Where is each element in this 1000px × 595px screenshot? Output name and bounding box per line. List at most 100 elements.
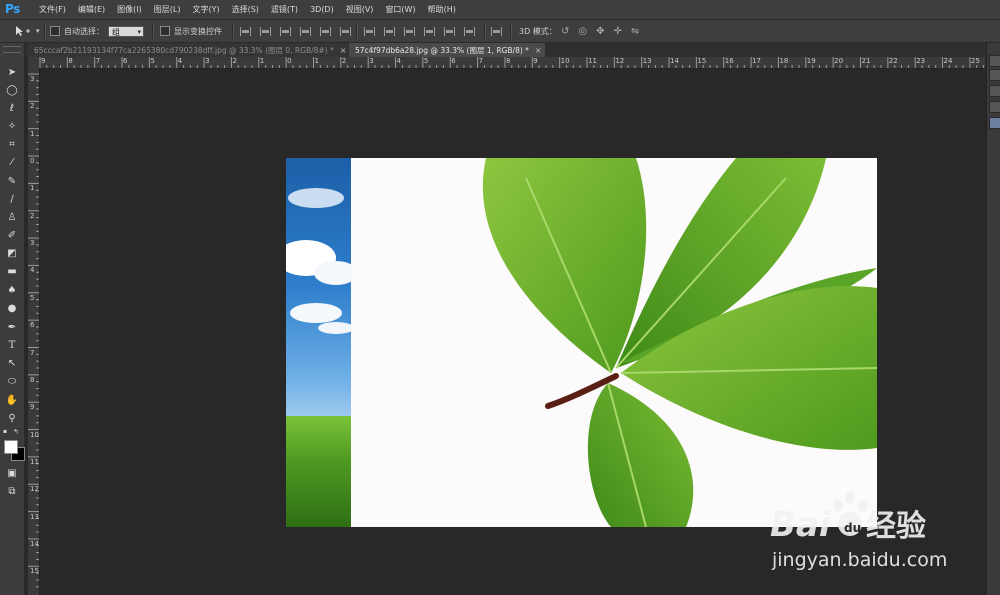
close-icon[interactable]: × (535, 46, 542, 55)
tools-panel: ➤ ◯ ℓ ✧ ⌗ ⁄ ✎ ∕ ♙ ✐ ◩ ▬ ♠ ● ✒ T ↖ ⬭ ✋ ⚲ … (0, 43, 25, 595)
menu-file[interactable]: 文件(F) (33, 4, 72, 15)
svg-text:Bai: Bai (770, 505, 832, 545)
document-tabs: 65cccaf2b21193134f77ca2265380cd790238dff… (0, 43, 1000, 57)
ruler-number: 1 (30, 184, 35, 193)
ruler-number: 9 (533, 57, 538, 65)
menu-layer[interactable]: 图层(L) (148, 4, 187, 15)
auto-select-label: 自动选择： (64, 26, 104, 36)
auto-select-value[interactable]: 组 (108, 25, 144, 38)
close-icon[interactable]: × (340, 46, 347, 55)
panel-button[interactable] (989, 85, 1000, 97)
auto-select-dropdown[interactable]: 组 (108, 24, 144, 38)
show-transform-checkbox[interactable] (160, 26, 170, 36)
menu-image[interactable]: 图像(I) (111, 4, 148, 15)
marquee-tool-icon[interactable]: ◯ (4, 83, 20, 97)
vertical-ruler: 3 2 1 0 1 2 3 4 5 6 7 8 9 10 11 12 13 14 15 (28, 68, 40, 595)
clone-stamp-tool-icon[interactable]: ♙ (4, 210, 20, 224)
align-top-icon[interactable] (240, 26, 251, 36)
panel-button[interactable] (989, 101, 1000, 113)
align-right-icon[interactable] (340, 26, 351, 36)
tab-document-1[interactable]: 65cccaf2b21193134f77ca2265380cd790238dff… (28, 43, 348, 57)
menu-3d[interactable]: 3D(D) (304, 5, 340, 14)
tab-label: 57c4f97db6a28.jpg @ 33.3% (图层 1, RGB/8) … (355, 45, 529, 55)
zoom-tool-icon[interactable]: ⚲ (4, 411, 20, 425)
panel-grip-icon[interactable] (3, 46, 21, 53)
divider (232, 24, 234, 38)
pen-tool-icon[interactable]: ✒ (4, 320, 20, 334)
crop-tool-icon[interactable]: ⌗ (4, 137, 20, 151)
quick-mask-icon[interactable]: ▣ (4, 466, 20, 480)
align-left-icon[interactable] (300, 26, 311, 36)
distribute-right-icon[interactable] (464, 26, 475, 36)
path-selection-tool-icon[interactable]: ↖ (4, 356, 20, 370)
distribute-bottom-icon[interactable] (404, 26, 415, 36)
blur-tool-icon[interactable]: ♠ (4, 283, 20, 297)
show-transform-label: 显示变换控件 (174, 26, 222, 36)
healing-brush-tool-icon[interactable]: ✎ (4, 174, 20, 188)
move-tool-preset[interactable]: ▾ (14, 24, 40, 38)
swap-colors-icon[interactable]: ↰ (13, 428, 19, 436)
gradient-tool-icon[interactable]: ▬ (4, 264, 20, 278)
ruler-number: 8 (68, 57, 73, 65)
panel-button[interactable] (989, 55, 1000, 67)
distribute-hcenter-icon[interactable] (444, 26, 455, 36)
auto-align-button[interactable] (491, 24, 502, 38)
menu-view[interactable]: 视图(V) (340, 4, 380, 15)
drag-3d-icon[interactable]: ✥ (596, 26, 604, 37)
move-tool-icon[interactable]: ➤ (4, 65, 20, 79)
ruler-number: 15 (697, 57, 707, 65)
ruler-number: 3 (30, 75, 35, 83)
distribute-vcenter-icon[interactable] (384, 26, 395, 36)
divider (356, 24, 358, 38)
auto-select-checkbox[interactable] (50, 26, 60, 36)
menu-filter[interactable]: 滤镜(T) (265, 4, 304, 15)
align-vcenter-icon[interactable] (260, 26, 271, 36)
screen-mode-icon[interactable]: ⧉ (4, 484, 20, 498)
ruler-number: 2 (341, 57, 347, 65)
eyedropper-tool-icon[interactable]: ⁄ (4, 155, 20, 169)
roll-3d-icon[interactable]: ◎ (578, 26, 587, 37)
tab-document-2[interactable]: 57c4f97db6a28.jpg @ 33.3% (图层 1, RGB/8) … (349, 43, 545, 57)
history-brush-tool-icon[interactable]: ✐ (4, 228, 20, 242)
panel-button-active[interactable] (989, 117, 1000, 129)
ellipse-tool-icon[interactable]: ⬭ (4, 374, 20, 388)
ruler-number: 14 (30, 539, 39, 548)
menu-type[interactable]: 文字(Y) (186, 4, 225, 15)
eraser-tool-icon[interactable]: ◩ (4, 246, 20, 260)
menu-help[interactable]: 帮助(H) (422, 4, 462, 15)
ruler-number: 11 (588, 57, 597, 65)
foreground-color-swatch[interactable] (4, 440, 18, 454)
menu-edit[interactable]: 编辑(E) (72, 4, 111, 15)
auto-select-toggle[interactable]: 自动选择： (50, 24, 104, 38)
ruler-number: 1 (259, 57, 265, 65)
distribute-left-icon[interactable] (424, 26, 435, 36)
ruler-number: 15 (30, 567, 39, 576)
menu-select[interactable]: 选择(S) (226, 4, 265, 15)
align-bottom-icon[interactable] (280, 26, 291, 36)
dodge-tool-icon[interactable]: ● (4, 301, 20, 315)
ruler-number: 0 (287, 57, 292, 65)
hand-tool-icon[interactable]: ✋ (4, 393, 20, 407)
divider (484, 24, 486, 38)
show-transform-toggle[interactable]: 显示变换控件 (160, 24, 222, 38)
ruler-number: 3 (369, 57, 374, 65)
ruler-number: 3 (30, 239, 35, 248)
ruler-number: 7 (30, 348, 35, 357)
type-tool-icon[interactable]: T (4, 338, 20, 352)
ruler-number: 10 (560, 57, 570, 65)
scale-3d-icon[interactable]: ⇋ (631, 26, 639, 37)
align-hcenter-icon[interactable] (320, 26, 331, 36)
ruler-number: 10 (30, 430, 39, 439)
menu-window[interactable]: 窗口(W) (379, 4, 421, 15)
brush-tool-icon[interactable]: ∕ (4, 192, 20, 206)
default-colors-icon[interactable]: ▪ (3, 428, 11, 435)
panel-button[interactable] (989, 69, 1000, 81)
baidu-jingyan-logo: Bai 经验 jingyan.baidu.com du (770, 492, 947, 571)
rotate-3d-icon[interactable]: ↺ (561, 26, 569, 37)
slide-3d-icon[interactable]: ✛ (614, 26, 622, 37)
lasso-tool-icon[interactable]: ℓ (4, 101, 20, 115)
distribute-top-icon[interactable] (364, 26, 375, 36)
document-canvas[interactable] (286, 158, 877, 527)
ruler-number: 7 (478, 57, 484, 65)
magic-wand-tool-icon[interactable]: ✧ (4, 119, 20, 133)
